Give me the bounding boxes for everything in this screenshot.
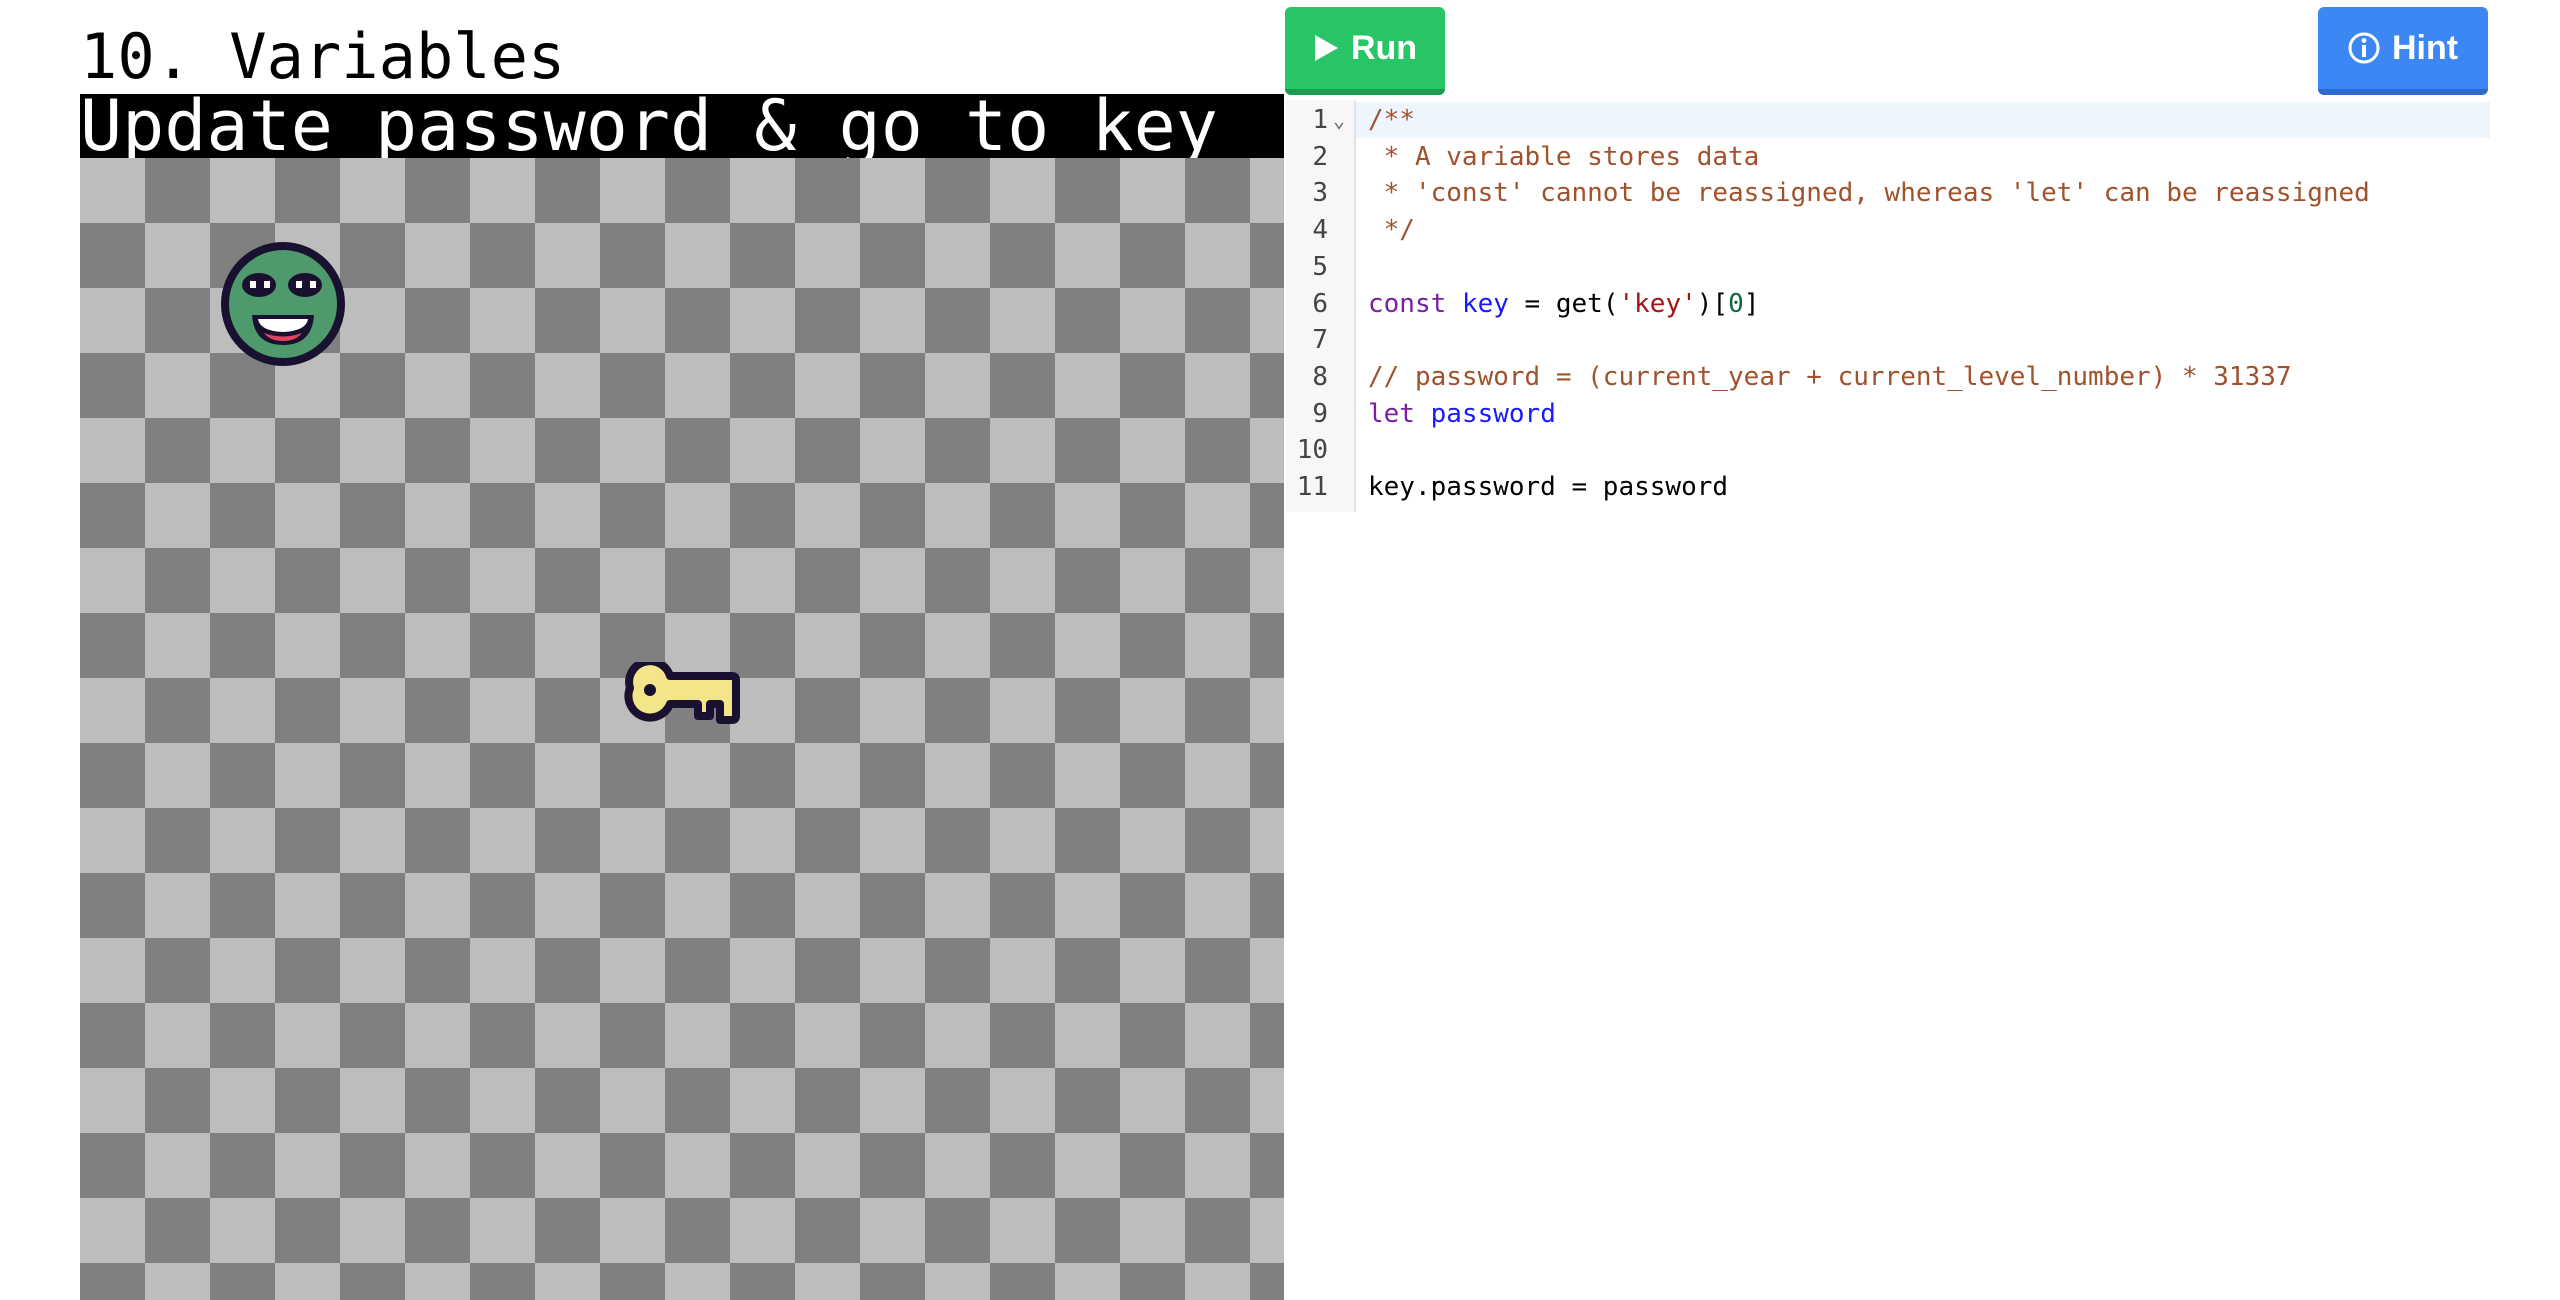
code-token: * A variable stores data [1368,141,1760,172]
code-line[interactable]: * A variable stores data [1368,139,1760,175]
code-token: 0 [1728,288,1744,319]
play-icon [1314,35,1338,61]
code-line[interactable]: * 'const' cannot be reassigned, whereas … [1368,175,2370,211]
code-token: 'key' [1618,288,1697,319]
line-number: 7 [1312,325,1328,356]
code-line[interactable]: key.password = password [1368,469,1728,505]
hint-button-label: Hint [2391,28,2459,67]
line-number: 6 [1312,288,1328,319]
hint-button[interactable]: Hint [2318,7,2488,95]
line-number: 3 [1312,178,1328,209]
code-token: ] [1743,288,1760,319]
code-token: key [1461,288,1509,319]
code-token: const [1368,288,1447,319]
line-number-gutter: ⌄ 1 2 3 4 5 6 7 8 9 10 11 [1286,100,1356,512]
line-number: 2 [1312,141,1328,172]
code-token: key.password = password [1368,472,1729,502]
code-token: // password = (current_year + current_le… [1368,361,2292,392]
fold-chevron-icon[interactable]: ⌄ [1333,110,1345,130]
code-token: )[ [1696,288,1729,319]
code-token: = get( [1508,288,1619,319]
player-sprite [221,242,345,366]
code-line[interactable]: /** [1368,102,1415,138]
line-number: 10 [1296,435,1328,466]
code-editor[interactable]: ⌄ 1 2 3 4 5 6 7 8 9 10 11 /** * A variable stores … [1286,100,2490,512]
code-token: */ [1368,215,1415,246]
info-icon [2348,32,2380,64]
level-objective: Update password & go to key [80,94,1284,158]
code-line[interactable]: let password [1368,396,1556,432]
code-token: password [1430,398,1556,429]
line-number: 8 [1312,361,1328,392]
line-number: 5 [1312,251,1328,282]
run-button[interactable]: Run [1285,7,1445,95]
active-line-highlight [1356,102,2490,138]
code-line[interactable]: // password = (current_year + current_le… [1368,359,2292,395]
line-number: 4 [1312,215,1328,246]
code-token: /** [1368,105,1415,135]
level-title: 10. Variables [80,20,566,93]
code-line[interactable]: */ [1368,212,1415,248]
line-number: 11 [1296,472,1328,502]
line-number: 1 [1312,105,1328,135]
line-number: 9 [1312,398,1328,429]
code-token: let [1368,398,1415,429]
key-sprite [624,662,740,724]
game-board [80,158,1284,1300]
code-line[interactable]: const key = get('key')[0] [1368,286,1759,322]
code-token: * 'const' cannot be reassigned, whereas … [1368,178,2370,209]
run-button-label: Run [1350,28,1418,67]
